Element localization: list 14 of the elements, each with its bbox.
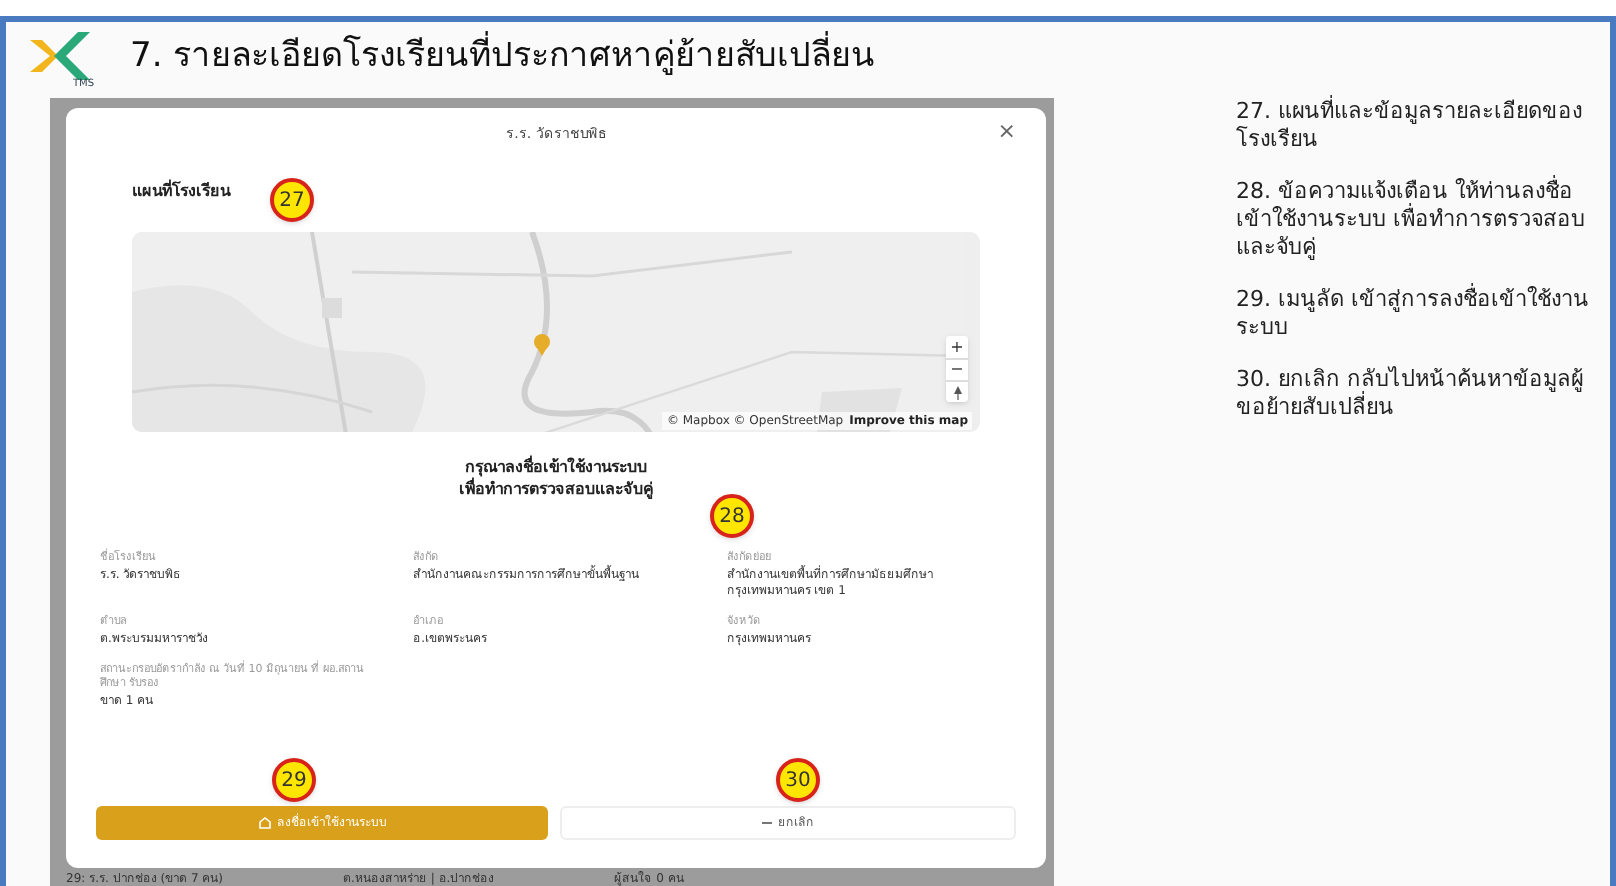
- compass-icon: [953, 385, 961, 399]
- zoom-in-button[interactable]: +: [946, 336, 968, 358]
- callout-note: 29. เมนูลัด เข้าสู่การลงชื่อเข้าใช้งานระบบ: [1236, 286, 1591, 342]
- dash-icon: [762, 822, 772, 824]
- callout-note: 30. ยกเลิก กลับไปหน้าค้นหาข้อมูลผู้ขอย้ายสับเปลี่ยน: [1236, 366, 1585, 422]
- login-notice: กรุณาลงชื่อเข้าใช้งานระบบ เพื่อทำการตรวจสอบและจับคู่: [457, 456, 655, 500]
- map-heading: แผนที่โรงเรียน: [132, 180, 230, 204]
- close-button[interactable]: ×: [997, 120, 1016, 142]
- callout-note: 27. แผนที่และข้อมูลรายละเอียดของโรงเรียน: [1236, 98, 1584, 154]
- callout-note: 28. ข้อความแจ้งเตือน ให้ท่านลงชื่อเข้าใช้งานระบบ เพื่อทำการตรวจสอบและจับคู่: [1236, 178, 1587, 262]
- page-title: 7. รายละเอียดโรงเรียนที่ประกาศหาคู่ย้ายสับเปลี่ยน: [130, 32, 876, 84]
- zoom-out-button[interactable]: −: [946, 358, 968, 380]
- home-icon: [257, 816, 271, 830]
- compass-button[interactable]: [946, 380, 968, 402]
